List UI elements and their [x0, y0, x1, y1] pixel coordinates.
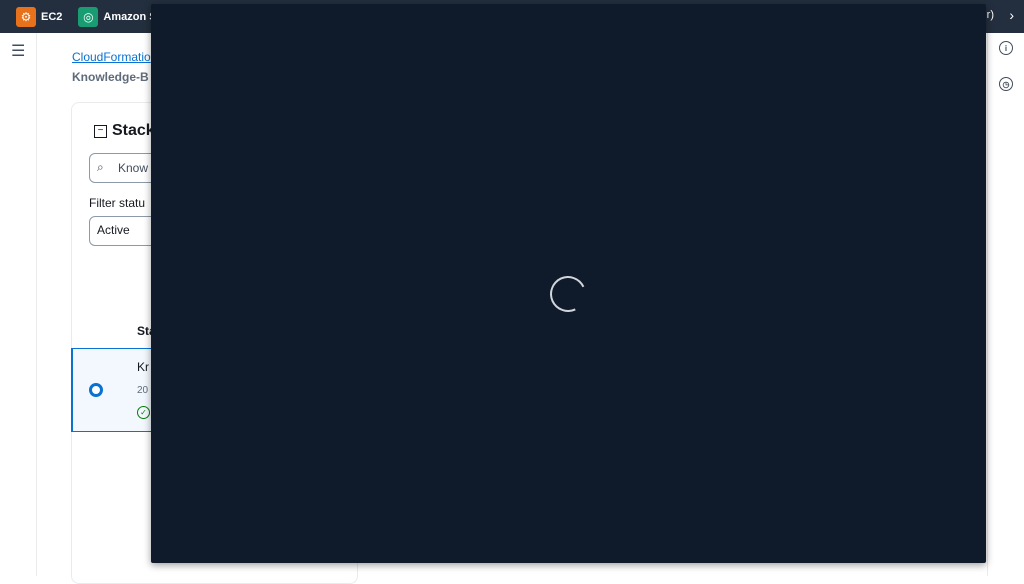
ec2-icon: ⚙ — [16, 6, 36, 27]
info-icon[interactable]: i — [999, 41, 1013, 55]
left-navigation-rail: ☰ — [0, 33, 37, 576]
breadcrumb-cloudformation-link[interactable]: CloudFormatio — [72, 50, 151, 64]
search-input-value[interactable]: Know — [118, 161, 148, 175]
filter-status-value[interactable]: Active — [97, 223, 130, 237]
row-radio-button[interactable] — [89, 383, 103, 397]
chevron-right-icon[interactable]: › — [1009, 7, 1014, 23]
panel-title: Stack — [112, 122, 155, 139]
stack-name-link[interactable]: Kr — [137, 360, 149, 374]
sagemaker-icon: ◎ — [78, 6, 99, 27]
favorite-ec2[interactable]: ⚙ EC2 — [16, 0, 62, 33]
breadcrumb-current: Knowledge-B — [72, 70, 149, 84]
favorite-sagemaker[interactable]: ◎ Amazon S — [78, 0, 157, 33]
favorite-sagemaker-label: Amazon S — [103, 10, 157, 23]
favorite-ec2-label: EC2 — [41, 10, 63, 23]
history-icon[interactable]: ◷ — [999, 77, 1013, 91]
stack-created-date: 20 — [137, 385, 149, 396]
status-complete-icon: ✓ — [137, 406, 150, 419]
right-tools-rail: i ◷ — [987, 33, 1024, 576]
collapse-panel-icon[interactable]: − — [94, 125, 107, 138]
hamburger-menu-icon[interactable]: ☰ — [11, 41, 25, 61]
filter-status-label: Filter statu — [89, 196, 146, 210]
region-text[interactable]: r) — [987, 9, 994, 21]
loading-spinner-icon — [544, 270, 592, 318]
loading-modal — [151, 4, 986, 563]
search-icon: ⌕ — [97, 160, 104, 174]
